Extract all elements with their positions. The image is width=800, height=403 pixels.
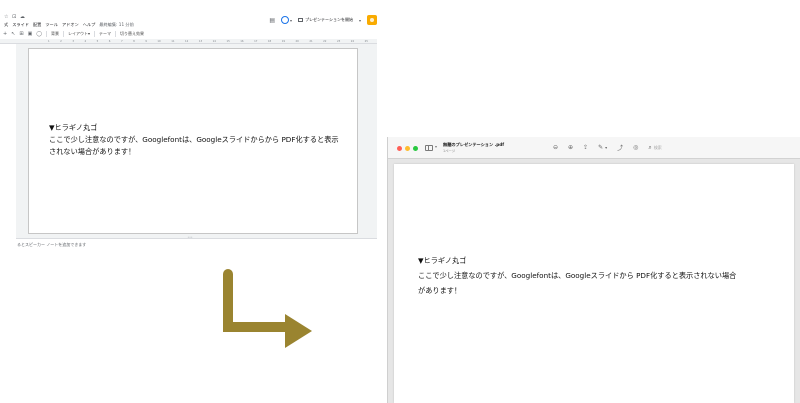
preview-toolbar: ⊖ ⊕ ⇪ ✎ ▾ ⤴ ◎ ⌕ 検索	[553, 143, 662, 153]
notes-divider	[16, 238, 377, 239]
document-subtitle: 1ページ	[443, 149, 456, 153]
toolbar-background[interactable]: 背景	[51, 31, 59, 37]
slide-text-box[interactable]: ▼ヒラギノ丸ゴ ここで少し注意なのですが、Googlefontは、Googleス…	[49, 122, 339, 158]
pdf-text-block: ▼ヒラギノ丸ゴ ここで少し注意なのですが、Googlefontは、Googleス…	[418, 253, 736, 298]
menu-item-addons[interactable]: アドオン	[62, 22, 79, 28]
toolbar-divider	[45, 31, 47, 37]
speaker-notes-placeholder[interactable]: るとスピーカー ノートを追加できます	[17, 242, 86, 248]
toolbar-divider	[93, 31, 95, 37]
toolbar-divider	[114, 31, 116, 37]
slide-text-line: されない場合があります！	[49, 147, 136, 156]
sidebar-chevron-down-icon[interactable]: ▾	[435, 144, 437, 149]
toolbar-theme[interactable]: テーマ	[99, 31, 111, 37]
new-slide-icon[interactable]: +	[3, 31, 7, 37]
share-icon[interactable]: ⇪	[583, 144, 588, 151]
present-button-label: プレゼンテーションを開始	[305, 17, 353, 22]
markup-pen-icon[interactable]: ✎	[598, 144, 603, 151]
menu-item-arrange[interactable]: 配置	[33, 22, 41, 28]
pdf-page[interactable]: ▼ヒラギノ丸ゴ ここで少し注意なのですが、Googlefontは、Googleス…	[394, 164, 794, 403]
comment-icon[interactable]: ▤	[269, 17, 275, 24]
slide-text-line: ここで少し注意なのですが、Googlefontは、Googleスライドからから …	[49, 135, 339, 144]
annotate-icon[interactable]: ◎	[633, 144, 638, 151]
menu-item-help[interactable]: ヘルプ	[83, 22, 96, 28]
doc-title-icons[interactable]: ☆ ⊡ ☁	[4, 14, 26, 20]
slide-page[interactable]: ▼ヒラギノ丸ゴ ここで少し注意なのですが、Googlefontは、Googleス…	[28, 48, 358, 234]
slides-toolbar: + ↖ ⊞ ▣ ◯ 背景 レイアウト▾ テーマ 切り替え効果	[0, 29, 377, 39]
pdf-text-heading: ▼ヒラギノ丸ゴ	[418, 256, 467, 265]
last-edit-link[interactable]: 最終編集: 11 分前	[99, 22, 134, 28]
pdf-text-line: ここで少し注意なのですが、Googlefontは、Googleスライドから PD…	[418, 271, 737, 280]
share-lock-icon[interactable]	[367, 15, 377, 25]
menu-item-format[interactable]: 式	[4, 22, 8, 28]
text-box-icon[interactable]: ⊞	[19, 31, 23, 37]
rotate-icon[interactable]: ⤴	[617, 143, 623, 152]
select-icon[interactable]: ↖	[11, 31, 15, 37]
google-slides-window: ☆ ⊡ ☁ 式 スライド 配置 ツール アドオン ヘルプ 最終編集: 11 分前…	[0, 0, 377, 250]
present-button[interactable]: プレゼンテーションを開始	[298, 17, 353, 23]
notes-resize-handle[interactable]: •••	[186, 236, 194, 239]
pdf-text-line: があります！	[418, 286, 462, 295]
minimize-window-icon[interactable]	[405, 146, 410, 151]
down-right-arrow-icon	[223, 269, 312, 348]
toolbar-transition[interactable]: 切り替え効果	[120, 31, 144, 37]
search-icon: ⌕	[648, 143, 652, 151]
slide-text-heading: ▼ヒラギノ丸ゴ	[49, 123, 98, 132]
toolbar-divider	[62, 31, 64, 37]
sidebar-toggle-icon[interactable]	[425, 145, 433, 151]
zoom-in-icon[interactable]: ⊕	[568, 144, 573, 151]
menu-item-slide[interactable]: スライド	[12, 22, 29, 28]
markup-chevron-down-icon[interactable]: ▾	[605, 145, 607, 150]
search-placeholder: 検索	[653, 144, 662, 150]
zoom-out-icon[interactable]: ⊖	[553, 144, 558, 151]
image-icon[interactable]: ▣	[28, 31, 33, 37]
comparison-figure: ☆ ⊡ ☁ 式 スライド 配置 ツール アドオン ヘルプ 最終編集: 11 分前…	[0, 0, 800, 403]
header-actions: ▤ ▾ プレゼンテーションを開始 ▾	[269, 14, 377, 26]
toolbar-layout[interactable]: レイアウト▾	[68, 31, 90, 37]
shape-icon[interactable]: ◯	[36, 31, 42, 37]
close-window-icon[interactable]	[397, 146, 402, 151]
present-dropdown-chevron-icon[interactable]: ▾	[359, 18, 361, 23]
preview-window: ▾ 無題のプレゼンテーション .pdf 1ページ ⊖ ⊕ ⇪ ✎ ▾ ⤴ ◎ ⌕…	[387, 137, 800, 403]
present-icon	[298, 18, 304, 22]
zoom-window-icon[interactable]	[413, 146, 418, 151]
menu-bar: 式 スライド 配置 ツール アドオン ヘルプ 最終編集: 11 分前	[4, 22, 134, 28]
menu-item-tools[interactable]: ツール	[45, 22, 58, 28]
search-field[interactable]: ⌕ 検索	[648, 144, 661, 152]
meet-icon[interactable]: ▾	[281, 16, 292, 24]
preview-titlebar: ▾ 無題のプレゼンテーション .pdf 1ページ ⊖ ⊕ ⇪ ✎ ▾ ⤴ ◎ ⌕…	[388, 137, 800, 159]
